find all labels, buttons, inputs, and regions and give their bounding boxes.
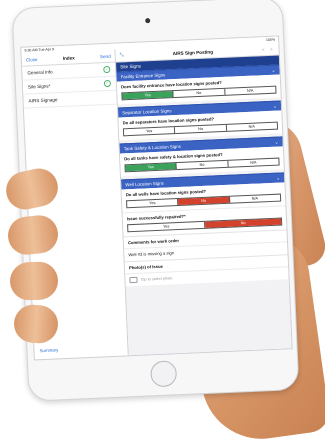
chevron-down-icon: ⌄ [275, 175, 281, 182]
photo-placeholder: Tap to select photo [140, 276, 173, 282]
page-arrows: < > [262, 46, 275, 52]
section-title: Separator Location Signs [122, 108, 172, 116]
camera-icon [145, 18, 151, 24]
status-battery: 100% [265, 37, 276, 43]
section-title: Facility Entrance Signs [120, 72, 166, 80]
tablet-device: 9:30 AM Tue Apr 9 100% Close Index Send … [11, 0, 300, 402]
section-title: Well Location Signs [125, 180, 164, 188]
form-title: AIRS Sign Posting [172, 48, 214, 56]
finger [9, 261, 59, 301]
check-icon: ✓ [103, 65, 111, 74]
form-pane: ⤡ AIRS Sign Posting < > Site Signs Facil… [115, 42, 292, 356]
prev-page-button[interactable]: < [262, 47, 267, 52]
answer-no-button[interactable]: No [178, 196, 230, 205]
expand-icon[interactable]: ⤡ [120, 52, 124, 58]
chevron-down-icon: ⌄ [272, 103, 278, 110]
answer-yes-button[interactable]: Yes [123, 127, 176, 136]
answer-na-button[interactable]: N/A [226, 123, 277, 131]
camera-icon [129, 276, 138, 284]
answer-na-button[interactable]: N/A [228, 159, 279, 167]
summary-button[interactable]: Summary [39, 347, 58, 353]
answer-na-button[interactable]: N/A [225, 87, 276, 95]
answer-yes-button[interactable]: Yes [125, 163, 178, 172]
repair-yes-button[interactable]: Yes [128, 221, 206, 232]
answer-yes-button[interactable]: Yes [127, 199, 179, 208]
chevron-down-icon: ⌄ [271, 67, 276, 74]
close-button[interactable]: Close [26, 57, 38, 63]
index-item-label: Site Signs* [27, 83, 51, 90]
answer-yes-button[interactable]: Yes [122, 91, 174, 100]
chevron-down-icon: ⌄ [274, 139, 279, 146]
answer-no-button[interactable]: No [176, 160, 229, 170]
answer-no-button[interactable]: No [173, 88, 226, 98]
index-title: Index [62, 54, 75, 61]
index-item-label: General Info [27, 69, 53, 76]
index-item-label: AIRS Signage [28, 97, 58, 104]
check-icon: ✓ [103, 79, 112, 88]
repair-no-button[interactable]: No [205, 218, 282, 228]
next-page-button[interactable]: > [270, 46, 275, 51]
index-item-airs-signage[interactable]: AIRS Signage [23, 90, 117, 109]
answer-na-button[interactable]: N/A [230, 195, 281, 203]
tablet-screen: 9:30 AM Tue Apr 9 100% Close Index Send … [20, 35, 293, 361]
home-button[interactable] [150, 360, 178, 388]
answer-no-button[interactable]: No [175, 124, 227, 134]
send-button[interactable]: Send [100, 53, 111, 58]
